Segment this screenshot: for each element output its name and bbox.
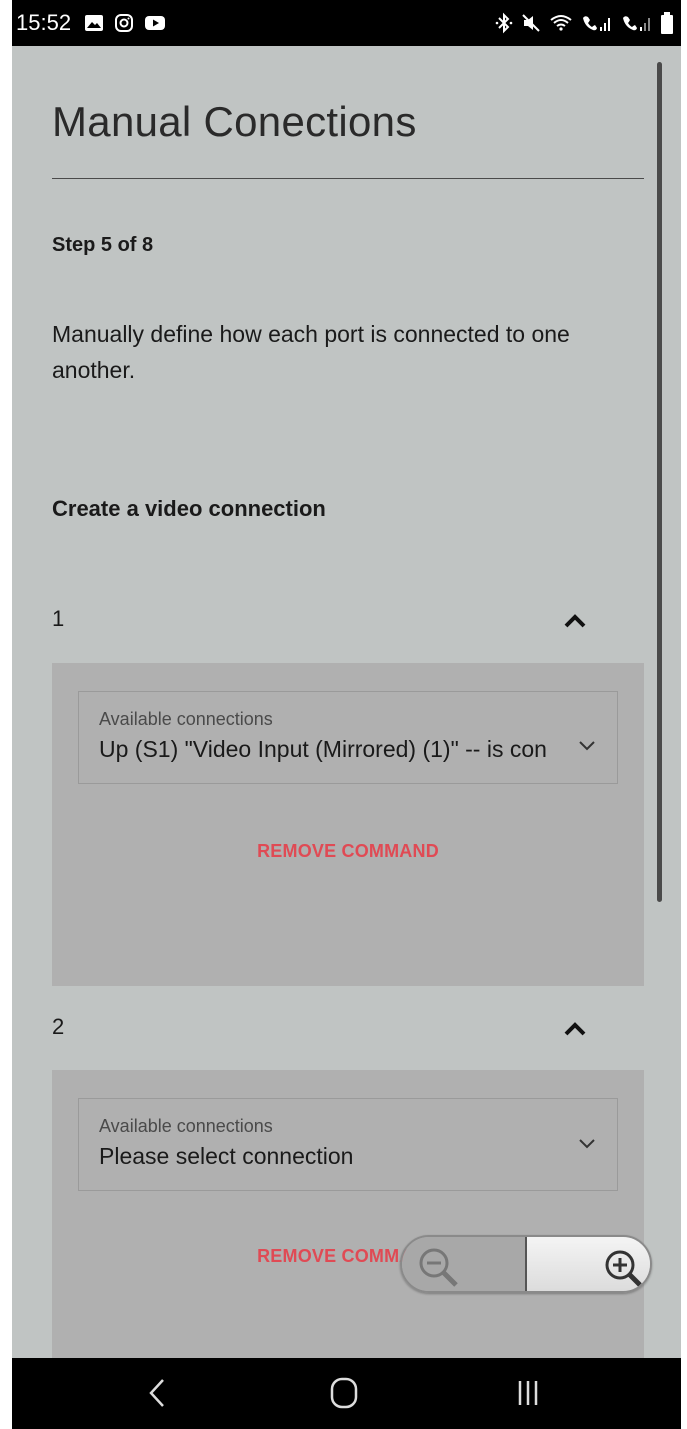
title-divider bbox=[52, 178, 644, 179]
wifi-calling-icon bbox=[550, 15, 572, 31]
gallery-icon bbox=[85, 15, 103, 31]
available-connections-select[interactable]: Available connections Please select conn… bbox=[78, 1098, 618, 1191]
step-description: Manually define how each port is connect… bbox=[52, 321, 570, 383]
status-time: 15:52 bbox=[16, 10, 72, 35]
battery-icon bbox=[661, 12, 673, 34]
zoom-in-icon bbox=[605, 1250, 642, 1287]
collapse-chevron-up-icon[interactable] bbox=[564, 614, 586, 628]
command-panel: Available connections Please select conn… bbox=[52, 1070, 644, 1358]
instagram-icon bbox=[115, 14, 133, 32]
status-right-icons bbox=[495, 12, 673, 34]
zoom-control bbox=[400, 1235, 652, 1293]
wizard-content[interactable]: Manual Conections Step 5 of 8 Manually d… bbox=[12, 46, 681, 1358]
navigation-bar bbox=[12, 1358, 681, 1429]
select-label: Available connections bbox=[99, 1116, 273, 1136]
recents-icon[interactable] bbox=[517, 1376, 539, 1410]
status-left-icons bbox=[84, 13, 166, 33]
status-bar: 15:52 bbox=[12, 0, 681, 46]
remove-command-button[interactable]: REMOVE COMMAND bbox=[52, 841, 644, 862]
available-connections-select[interactable]: Available connections Up (S1) "Video Inp… bbox=[78, 691, 618, 784]
home-icon[interactable] bbox=[330, 1376, 358, 1410]
bluetooth-icon bbox=[495, 12, 513, 34]
select-label: Available connections bbox=[99, 709, 273, 729]
phone-screen: 15:52 Manual Conections Step 5 of 8 Manu… bbox=[12, 0, 681, 1429]
page-title: Manual Conections bbox=[52, 98, 417, 145]
collapse-chevron-up-icon[interactable] bbox=[564, 1022, 586, 1036]
mute-icon bbox=[522, 14, 540, 32]
select-value: Please select connection bbox=[99, 1143, 354, 1169]
scrollbar[interactable] bbox=[657, 62, 662, 902]
youtube-icon bbox=[145, 16, 165, 30]
command-number: 2 bbox=[52, 1014, 65, 1039]
signal-sim1-icon bbox=[583, 16, 610, 31]
command-panel: Available connections Up (S1) "Video Inp… bbox=[52, 663, 644, 986]
zoom-out-button[interactable] bbox=[402, 1237, 527, 1291]
chevron-down-icon bbox=[579, 741, 595, 751]
zoom-out-icon bbox=[419, 1248, 458, 1287]
section-heading: Create a video connection bbox=[52, 496, 326, 521]
chevron-down-icon bbox=[579, 1139, 595, 1149]
zoom-in-button[interactable] bbox=[527, 1237, 650, 1291]
back-icon[interactable] bbox=[147, 1376, 167, 1410]
command-number: 1 bbox=[52, 606, 65, 631]
signal-sim2-icon bbox=[623, 16, 650, 31]
step-indicator: Step 5 of 8 bbox=[52, 234, 154, 256]
select-value: Up (S1) "Video Input (Mirrored) (1)" -- … bbox=[99, 736, 547, 762]
